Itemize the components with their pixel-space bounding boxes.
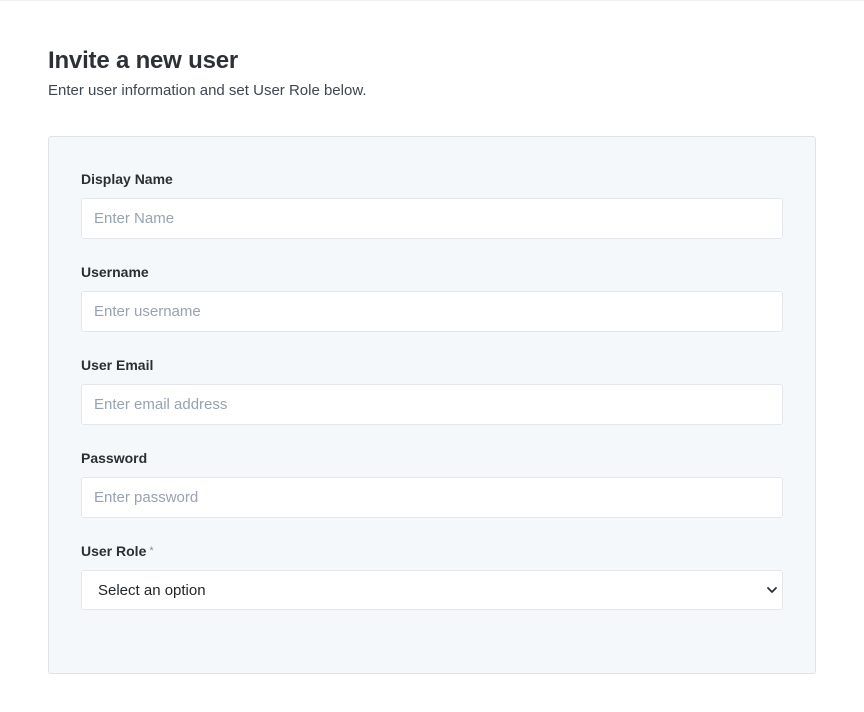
password-input[interactable] [81,477,783,518]
user-role-selected-value: Select an option [98,582,206,599]
display-name-label: Display Name [81,171,173,187]
user-email-label: User Email [81,357,154,373]
username-input[interactable] [81,291,783,332]
top-divider [0,0,864,1]
required-marker: * [149,545,154,557]
user-role-field: User Role * Select an option [81,542,783,610]
password-label: Password [81,450,148,466]
password-field: Password [81,449,783,518]
page-title: Invite a new user [48,47,239,74]
chevron-down-icon [767,587,777,593]
user-role-label: User Role [81,543,147,559]
display-name-input[interactable] [81,198,783,239]
invite-user-form: Display Name Username User Email Passwor… [48,136,816,674]
user-email-input[interactable] [81,384,783,425]
user-email-field: User Email [81,356,783,425]
user-role-label-row: User Role * [81,542,783,560]
username-label: Username [81,264,149,280]
page-subtitle: Enter user information and set User Role… [48,82,367,99]
username-field: Username [81,263,783,332]
user-role-select[interactable]: Select an option [81,570,783,610]
display-name-field: Display Name [81,170,783,239]
